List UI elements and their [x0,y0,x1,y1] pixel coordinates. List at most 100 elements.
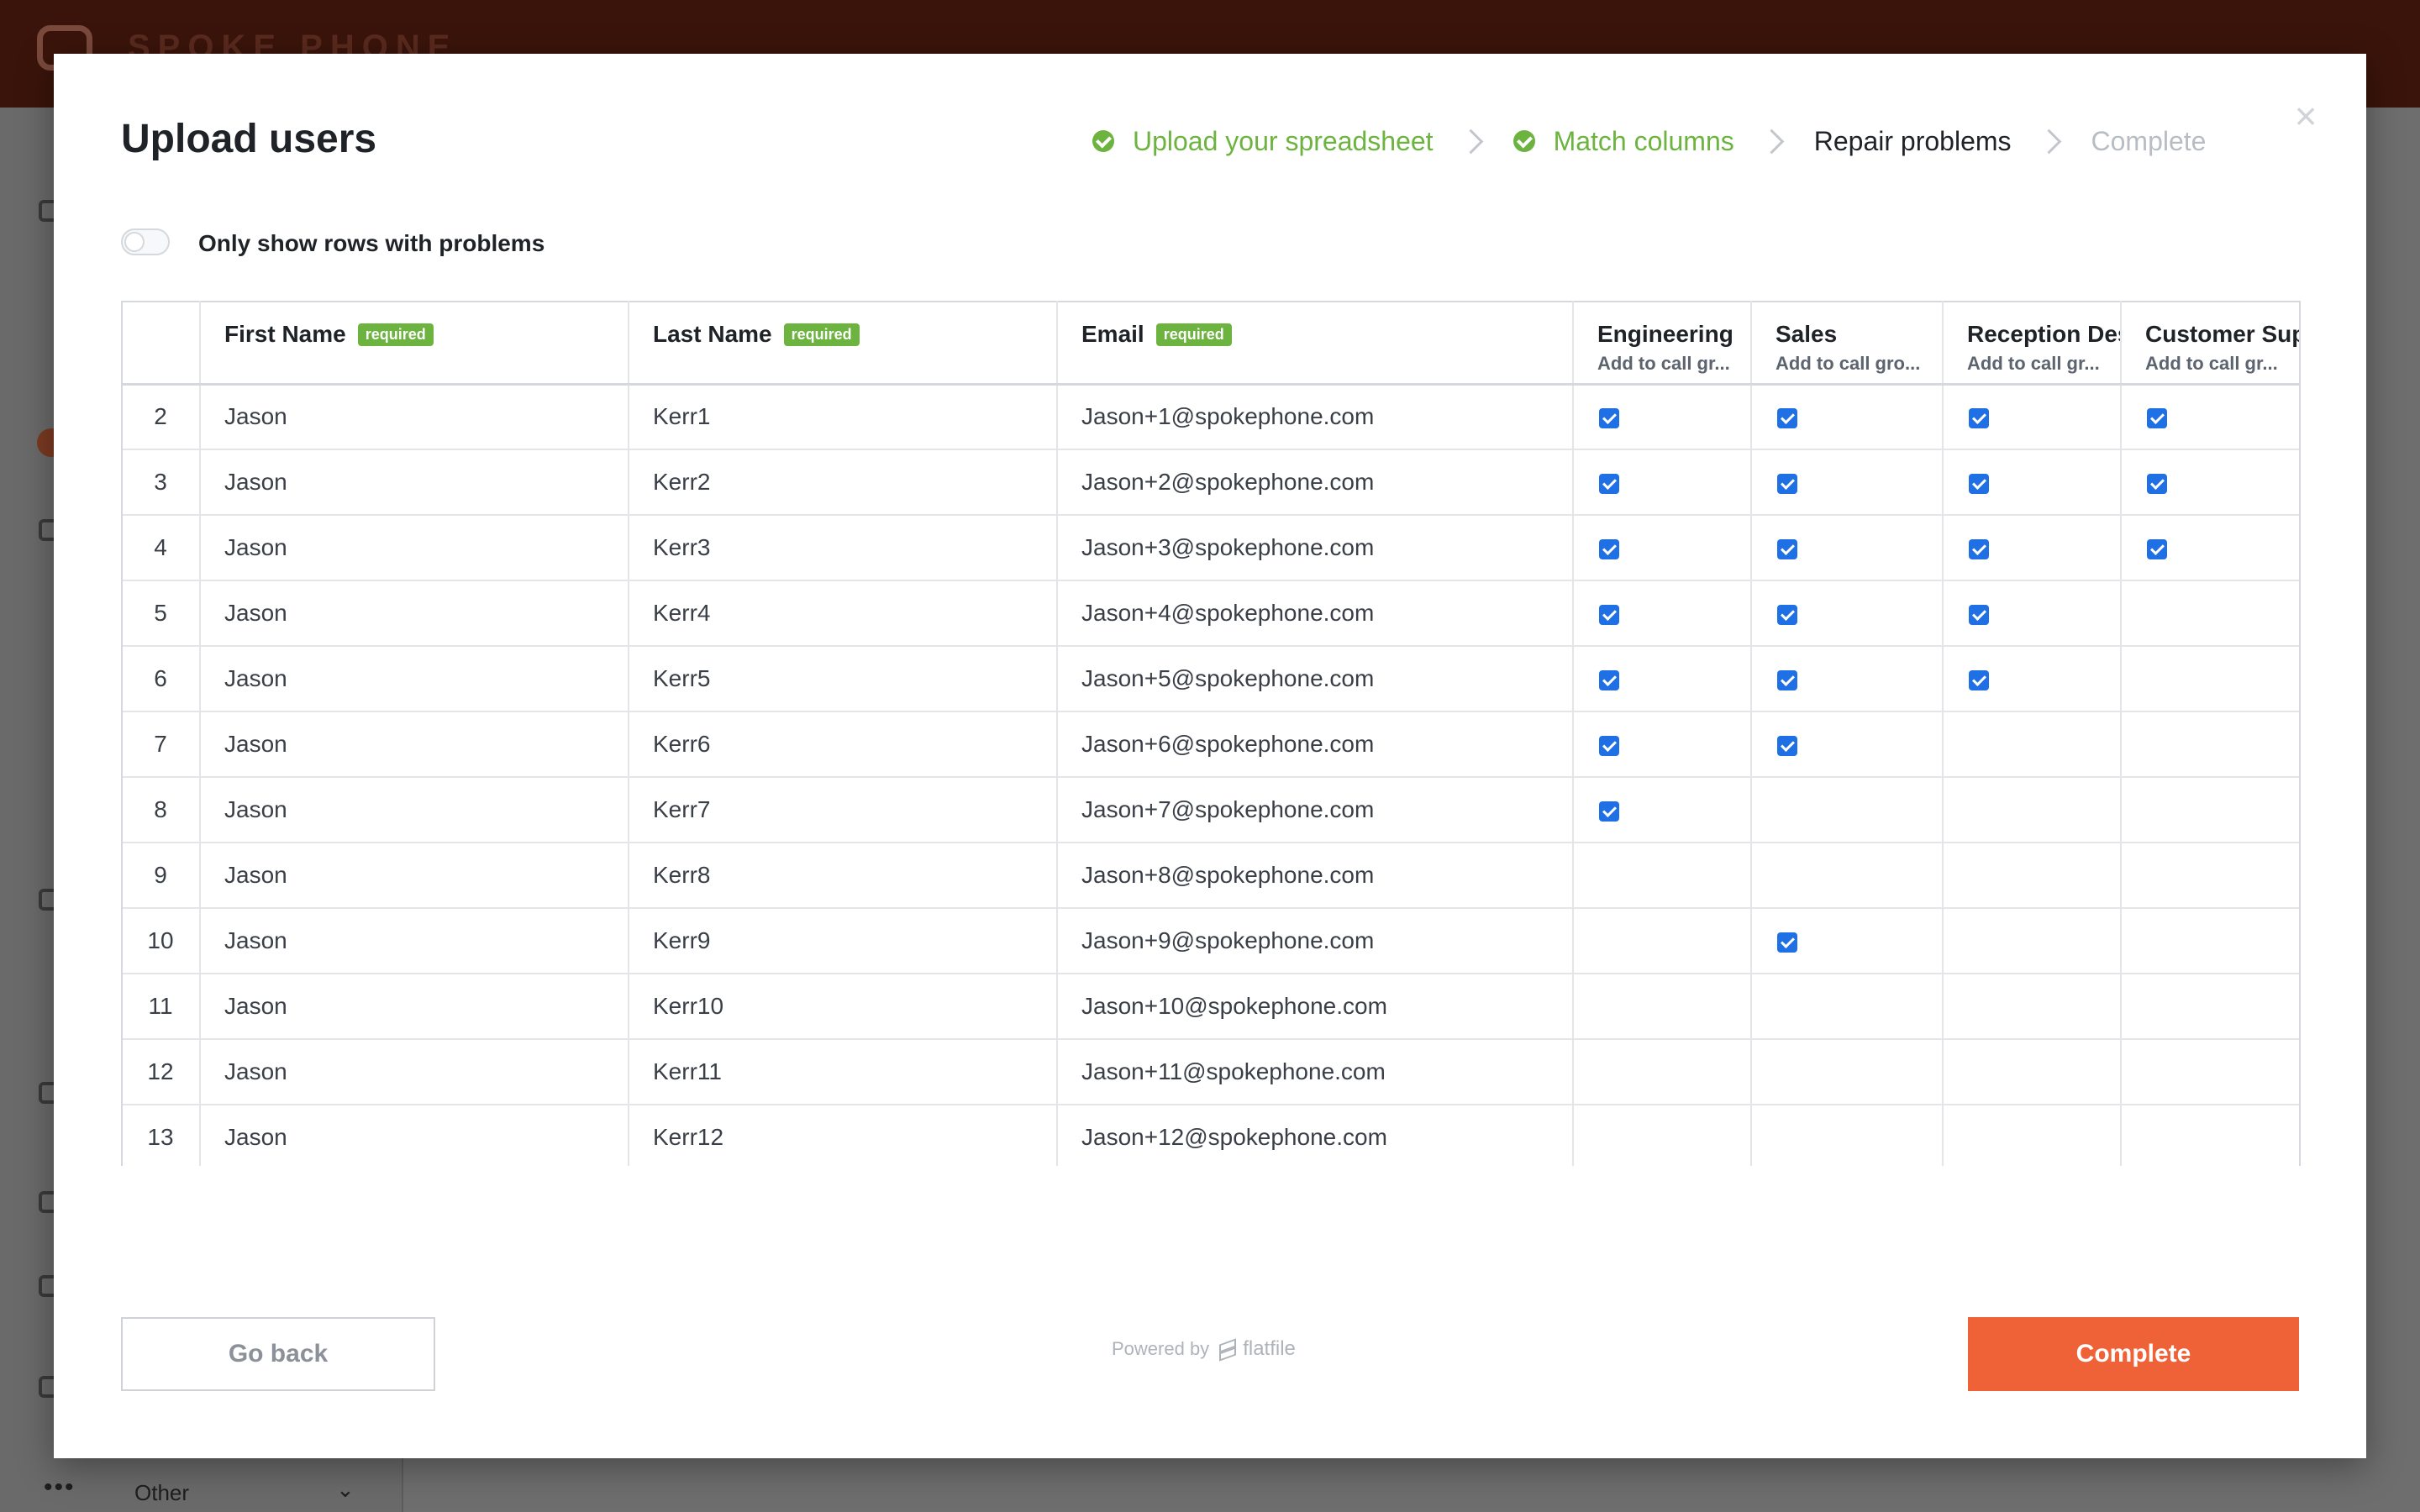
cell-first[interactable]: Jason [200,580,629,647]
cell-last[interactable]: Kerr2 [629,449,1058,516]
cell-reception[interactable] [1943,580,2122,647]
cell-support[interactable] [2121,1039,2299,1105]
cell-email[interactable]: Jason+4@spokephone.com [1057,580,1574,647]
cell-support[interactable] [2121,908,2299,974]
cell-reception[interactable] [1943,777,2122,843]
cell-first[interactable]: Jason [200,777,629,843]
column-header-engineering[interactable]: Engineering Add to call gr... [1573,301,1752,386]
cell-first[interactable]: Jason [200,1105,629,1166]
cell-first[interactable]: Jason [200,515,629,581]
cell-engineering[interactable] [1573,777,1752,843]
checkbox-checked[interactable] [1599,604,1619,625]
cell-support[interactable] [2121,515,2299,581]
checkbox-checked[interactable] [1777,407,1797,428]
cell-sales[interactable] [1751,711,1944,778]
column-header-email[interactable]: Email required [1057,301,1574,386]
checkbox-checked[interactable] [1599,801,1619,822]
checkbox-checked[interactable] [2147,538,2167,559]
go-back-button[interactable]: Go back [121,1317,435,1391]
cell-engineering[interactable] [1573,515,1752,581]
cell-last[interactable]: Kerr12 [629,1105,1058,1166]
cell-first[interactable]: Jason [200,843,629,909]
cell-first[interactable]: Jason [200,908,629,974]
checkbox-checked[interactable] [1777,735,1797,756]
cell-sales[interactable] [1751,843,1944,909]
checkbox-checked[interactable] [1599,407,1619,428]
cell-last[interactable]: Kerr6 [629,711,1058,778]
cell-sales[interactable] [1751,1105,1944,1166]
cell-support[interactable] [2121,449,2299,516]
cell-engineering[interactable] [1573,449,1752,516]
cell-sales[interactable] [1751,515,1944,581]
cell-engineering[interactable] [1573,711,1752,778]
cell-reception[interactable] [1943,1039,2122,1105]
checkbox-checked[interactable] [1599,538,1619,559]
cell-email[interactable]: Jason+3@spokephone.com [1057,515,1574,581]
checkbox-checked[interactable] [1969,538,1989,559]
cell-reception[interactable] [1943,843,2122,909]
cell-first[interactable]: Jason [200,449,629,516]
cell-email[interactable]: Jason+12@spokephone.com [1057,1105,1574,1166]
cell-engineering[interactable] [1573,1039,1752,1105]
cell-first[interactable]: Jason [200,711,629,778]
cell-last[interactable]: Kerr3 [629,515,1058,581]
cell-last[interactable]: Kerr5 [629,646,1058,712]
cell-last[interactable]: Kerr7 [629,777,1058,843]
column-header-reception[interactable]: Reception Des Add to call gr... [1943,301,2122,386]
column-header-first[interactable]: First Name required [200,301,629,386]
cell-first[interactable]: Jason [200,1039,629,1105]
cell-reception[interactable] [1943,515,2122,581]
cell-email[interactable]: Jason+1@spokephone.com [1057,384,1574,450]
checkbox-checked[interactable] [1969,669,1989,690]
checkbox-checked[interactable] [1777,473,1797,494]
column-header-last[interactable]: Last Name required [629,301,1058,386]
cell-engineering[interactable] [1573,974,1752,1040]
cell-reception[interactable] [1943,1105,2122,1166]
cell-last[interactable]: Kerr8 [629,843,1058,909]
cell-reception[interactable] [1943,974,2122,1040]
checkbox-checked[interactable] [1599,473,1619,494]
checkbox-checked[interactable] [1777,669,1797,690]
cell-engineering[interactable] [1573,646,1752,712]
cell-engineering[interactable] [1573,384,1752,450]
column-header-idx[interactable] [123,301,201,386]
cell-reception[interactable] [1943,646,2122,712]
cell-support[interactable] [2121,974,2299,1040]
cell-support[interactable] [2121,711,2299,778]
cell-sales[interactable] [1751,449,1944,516]
cell-email[interactable]: Jason+6@spokephone.com [1057,711,1574,778]
cell-engineering[interactable] [1573,843,1752,909]
cell-sales[interactable] [1751,908,1944,974]
complete-button[interactable]: Complete [1968,1317,2299,1391]
cell-first[interactable]: Jason [200,646,629,712]
cell-last[interactable]: Kerr1 [629,384,1058,450]
cell-support[interactable] [2121,777,2299,843]
checkbox-checked[interactable] [1777,932,1797,953]
checkbox-checked[interactable] [1777,604,1797,625]
checkbox-checked[interactable] [1599,669,1619,690]
cell-sales[interactable] [1751,1039,1944,1105]
cell-engineering[interactable] [1573,908,1752,974]
cell-sales[interactable] [1751,580,1944,647]
problems-toggle[interactable] [121,228,170,255]
cell-sales[interactable] [1751,777,1944,843]
cell-last[interactable]: Kerr10 [629,974,1058,1040]
cell-first[interactable]: Jason [200,974,629,1040]
cell-reception[interactable] [1943,908,2122,974]
cell-email[interactable]: Jason+9@spokephone.com [1057,908,1574,974]
cell-engineering[interactable] [1573,580,1752,647]
checkbox-checked[interactable] [1969,407,1989,428]
cell-last[interactable]: Kerr4 [629,580,1058,647]
cell-sales[interactable] [1751,974,1944,1040]
cell-support[interactable] [2121,384,2299,450]
cell-first[interactable]: Jason [200,384,629,450]
checkbox-checked[interactable] [1777,538,1797,559]
checkbox-checked[interactable] [2147,407,2167,428]
cell-reception[interactable] [1943,711,2122,778]
cell-engineering[interactable] [1573,1105,1752,1166]
checkbox-checked[interactable] [1599,735,1619,756]
close-icon[interactable]: × [2289,97,2323,135]
cell-support[interactable] [2121,1105,2299,1166]
cell-reception[interactable] [1943,384,2122,450]
cell-email[interactable]: Jason+10@spokephone.com [1057,974,1574,1040]
